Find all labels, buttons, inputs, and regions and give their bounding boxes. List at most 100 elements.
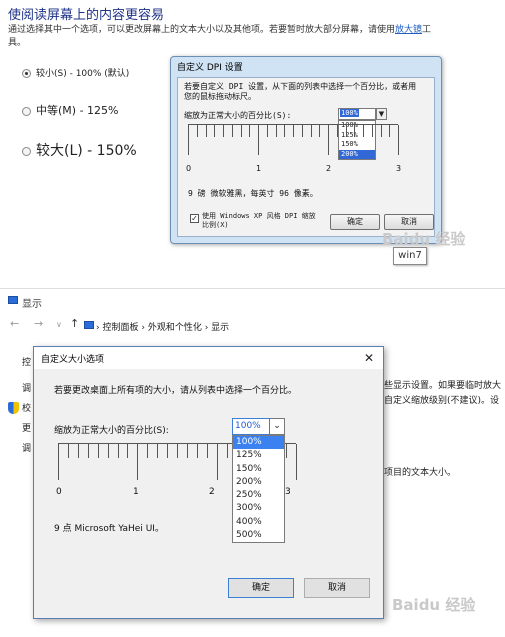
ruler-tick [177,444,178,458]
win10-screenshot: 显示 ← → ∨ ↑ › 控制面板 › 外观和个性化 › 显示 控 调 校 更 … [0,288,505,637]
dpi-ruler[interactable] [188,124,399,160]
radio-selected-icon[interactable] [22,69,31,78]
close-icon[interactable]: ✕ [360,349,378,367]
list-item[interactable]: 250% [233,489,284,502]
ruler-tick [147,444,149,458]
ruler-tick [380,125,382,137]
breadcrumb-display[interactable]: 显示 [211,323,229,333]
breadcrumb-appearance[interactable]: 外观和个性化 [148,323,202,333]
ruler-tick [87,444,89,458]
ruler-tick [188,125,189,155]
display-settings-link[interactable]: 些显示设置 [384,381,429,391]
ruler-tick [398,125,399,155]
ruler-tick [196,444,198,458]
option-medium[interactable]: 中等(M) - 125% [22,102,118,118]
ruler-tick [249,125,251,137]
ruler-tick [293,125,294,137]
custom-scaling-link[interactable]: 自定义缩放级别 [384,396,447,406]
ruler-tick [58,444,59,480]
ruler-label: 2 [209,487,215,497]
watermark-logo: Baidu 经验 [392,596,476,614]
background-text: 调 [22,444,32,454]
window-title: 显示 [22,299,42,310]
breadcrumb: › 控制面板 › 外观和个性化 › 显示 [96,323,230,333]
ruler-tick [240,125,242,137]
background-text: 校 [22,404,32,414]
background-text: (不建议)。设 [447,396,500,406]
ruler-tick [107,444,109,458]
chevron-down-icon[interactable]: ∨ [56,320,62,329]
ruler-tick [67,444,69,458]
list-item[interactable]: 200% [233,476,284,489]
ruler-tick [363,125,364,137]
chevron-down-icon[interactable]: ▼ [376,108,387,120]
ruler-tick [206,444,208,458]
font-sample: 9 磅 微软雅黑，每英寸 96 像素。 [188,189,318,198]
ruler-label: 3 [285,487,291,497]
ruler-tick [371,125,373,137]
background-text-line: 些显示设置。如果要临时放大 [384,378,501,391]
ruler-tick [301,125,303,137]
ruler-tick [231,125,233,137]
background-text-line: 自定义缩放级别(不建议)。设 [384,393,499,406]
dialog-instruction: 若要更改桌面上所有项的大小，请从列表中选择一个百分比。 [54,386,298,396]
ruler-tick [286,444,288,458]
list-item-highlighted[interactable]: 100% [233,436,284,450]
ruler-tick [284,125,286,137]
font-sample: 9 点 Microsoft YaHei UI。 [54,524,164,534]
radio-icon[interactable] [22,106,31,116]
list-item[interactable]: 400% [233,516,284,529]
custom-dpi-dialog: 自定义 DPI 设置 若要自定义 DPI 设置，从下面的列表中选择一个百分比，或… [170,56,442,244]
monitor-icon [8,296,18,304]
radio-icon[interactable] [22,146,31,156]
magnifier-link[interactable]: 放大镜 [395,25,422,35]
dialog-title: 自定义大小选项 [41,355,105,365]
ruler-tick [296,444,297,480]
watermark-logo: Baidu 经验 [382,230,466,248]
ruler-label: 2 [326,164,332,173]
back-icon[interactable]: ← [10,317,19,330]
ruler-tick [258,125,259,155]
list-item[interactable]: 125% [233,449,284,462]
ruler-tick [275,125,277,137]
cancel-button[interactable]: 取消 [304,578,370,598]
scale-dropdown-list[interactable]: 100% 125% 150% 200% 250% 300% 400% 500% [232,435,285,543]
checkbox-checked-icon[interactable]: ✓ [190,214,199,223]
xp-dpi-checkbox-label: 使用 Windows XP 风格 DPI 缩放比例(X) [202,212,316,229]
page-title: 使阅读屏幕上的内容更容易 [8,8,165,23]
ruler-tick [205,125,207,137]
scale-label: 缩放为正常大小的百分比(S): [54,426,169,436]
list-item[interactable]: 150% [233,463,284,476]
ruler-tick [127,444,129,458]
ruler-tick [216,444,218,480]
background-text: 控 [22,358,32,368]
ruler-tick [310,125,312,137]
ruler-tick [196,125,198,137]
list-item[interactable]: 500% [233,529,284,542]
option-label: 较小(S) - 100% (默认) [36,69,130,79]
ruler-tick [389,125,391,137]
ok-button[interactable]: 确定 [330,214,380,230]
ruler-tick [137,444,139,480]
ruler-tick [186,444,188,458]
list-item[interactable]: 300% [233,502,284,515]
dialog-body: 若要自定义 DPI 设置，从下面的列表中选择一个百分比，或者用您的鼠标拖动标尺。… [177,77,435,237]
ok-button[interactable]: 确定 [228,578,294,598]
ruler-label: 1 [256,164,262,173]
scale-combo[interactable]: 100% [338,108,376,120]
option-smaller[interactable]: 较小(S) - 100% (默认) [22,66,129,79]
page-description: 通过选择其中一个选项，可以更改屏幕上的文本大小以及其他项。若要暂时放大部分屏幕，… [8,24,438,50]
chevron-down-icon[interactable]: ⌄ [270,418,285,435]
ruler-tick [117,444,119,458]
dialog-instruction: 若要自定义 DPI 设置，从下面的列表中选择一个百分比，或者用您的鼠标拖动标尺。 [184,82,417,101]
ruler-label: 0 [186,164,192,173]
description-text: 通过选择其中一个选项，可以更改屏幕上的文本大小以及其他项。若要暂时放大部分屏幕，… [8,25,396,35]
forward-icon[interactable]: → [34,317,43,330]
scale-combo[interactable]: 100% [232,418,270,435]
background-text: 项目的文本大小。 [384,468,457,478]
up-icon[interactable]: ↑ [70,317,79,330]
breadcrumb-control-panel[interactable]: 控制面板 [102,323,138,333]
option-larger[interactable]: 较大(L) - 150% [22,140,137,160]
ruler-tick [214,125,216,137]
ruler-tick [336,125,338,137]
